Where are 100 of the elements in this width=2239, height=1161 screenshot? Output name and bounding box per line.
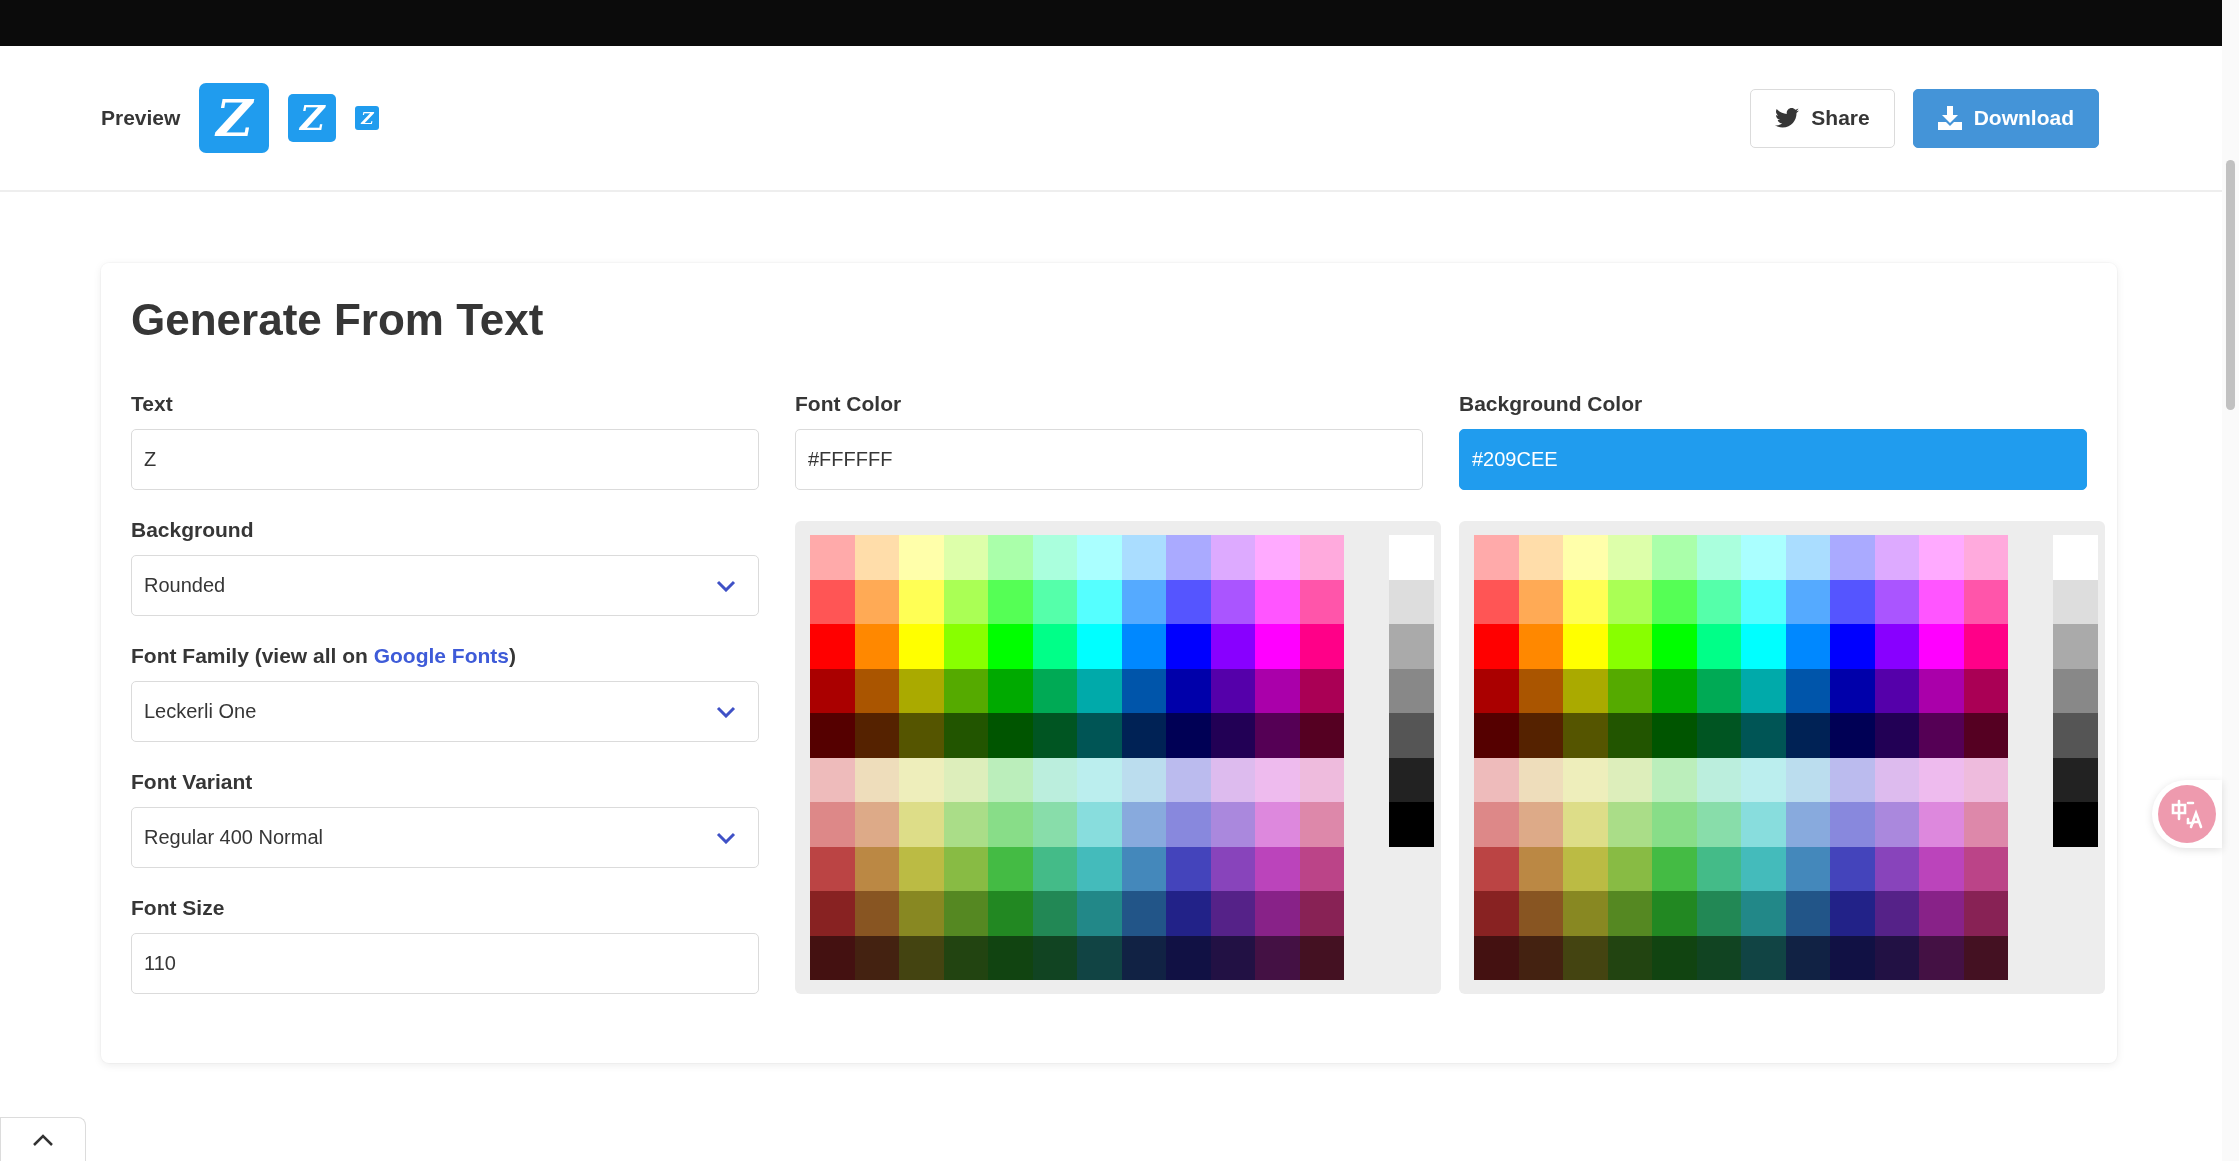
color-swatch[interactable] [943, 846, 988, 891]
color-swatch[interactable] [1785, 624, 1830, 669]
color-swatch[interactable] [1652, 579, 1697, 624]
color-swatch[interactable] [988, 579, 1033, 624]
color-swatch[interactable] [1607, 757, 1652, 802]
color-swatch[interactable] [1919, 846, 1964, 891]
input-field[interactable]: Z [131, 429, 759, 490]
shade-swatch[interactable] [1389, 713, 1434, 758]
color-swatch[interactable] [1255, 535, 1300, 580]
shade-swatch[interactable] [2053, 535, 2098, 580]
color-swatch[interactable] [1785, 802, 1830, 847]
color-swatch[interactable] [1518, 535, 1563, 580]
color-swatch[interactable] [1166, 846, 1211, 891]
color-swatch[interactable] [899, 891, 944, 936]
color-swatch[interactable] [988, 535, 1033, 580]
color-swatch[interactable] [1210, 802, 1255, 847]
color-swatch[interactable] [1607, 935, 1652, 980]
color-swatch[interactable] [1963, 668, 2008, 713]
shade-swatch[interactable] [1389, 757, 1434, 802]
color-swatch[interactable] [1741, 668, 1786, 713]
color-swatch[interactable] [1166, 579, 1211, 624]
color-swatch[interactable] [1518, 935, 1563, 980]
color-swatch[interactable] [1474, 713, 1519, 758]
color-swatch[interactable] [1077, 935, 1122, 980]
color-swatch[interactable] [1563, 757, 1608, 802]
color-swatch[interactable] [854, 802, 899, 847]
color-swatch[interactable] [1299, 935, 1344, 980]
color-swatch[interactable] [1919, 891, 1964, 936]
color-swatch[interactable] [943, 624, 988, 669]
color-swatch[interactable] [854, 713, 899, 758]
color-swatch[interactable] [1696, 624, 1741, 669]
color-swatch[interactable] [1121, 713, 1166, 758]
color-swatch[interactable] [988, 757, 1033, 802]
color-swatch[interactable] [1963, 802, 2008, 847]
color-swatch[interactable] [854, 624, 899, 669]
color-swatch[interactable] [1830, 624, 1875, 669]
color-swatch[interactable] [854, 579, 899, 624]
color-swatch[interactable] [1785, 535, 1830, 580]
color-swatch[interactable] [854, 891, 899, 936]
color-swatch[interactable] [1474, 757, 1519, 802]
color-swatch[interactable] [1696, 579, 1741, 624]
color-swatch[interactable] [1919, 624, 1964, 669]
color-swatch[interactable] [1785, 891, 1830, 936]
color-swatch[interactable] [1874, 668, 1919, 713]
color-swatch[interactable] [1607, 713, 1652, 758]
color-swatch[interactable] [1210, 935, 1255, 980]
color-swatch[interactable] [988, 846, 1033, 891]
color-swatch[interactable] [1255, 846, 1300, 891]
color-swatch[interactable] [810, 757, 855, 802]
color-swatch[interactable] [1077, 579, 1122, 624]
color-swatch[interactable] [810, 802, 855, 847]
color-swatch[interactable] [1474, 935, 1519, 980]
color-swatch[interactable] [1563, 579, 1608, 624]
color-swatch[interactable] [1963, 846, 2008, 891]
color-swatch[interactable] [988, 624, 1033, 669]
scrollbar-thumb[interactable] [2226, 160, 2235, 410]
color-swatch[interactable] [1652, 668, 1697, 713]
color-swatch[interactable] [943, 802, 988, 847]
color-swatch[interactable] [1919, 579, 1964, 624]
color-swatch[interactable] [1121, 802, 1166, 847]
color-swatch[interactable] [1166, 535, 1211, 580]
color-swatch[interactable] [854, 935, 899, 980]
color-swatch[interactable] [1518, 713, 1563, 758]
color-swatch[interactable] [1563, 935, 1608, 980]
color-swatch[interactable] [899, 668, 944, 713]
color-swatch[interactable] [1919, 668, 1964, 713]
color-swatch[interactable] [1696, 846, 1741, 891]
color-swatch[interactable] [1210, 757, 1255, 802]
color-swatch[interactable] [1518, 579, 1563, 624]
shade-swatch[interactable] [1389, 535, 1434, 580]
color-swatch[interactable] [1607, 802, 1652, 847]
color-swatch[interactable] [1166, 757, 1211, 802]
shade-swatch[interactable] [2053, 802, 2098, 847]
input-field[interactable]: 110 [131, 933, 759, 994]
color-swatch[interactable] [1741, 891, 1786, 936]
color-swatch[interactable] [854, 846, 899, 891]
color-swatch[interactable] [899, 535, 944, 580]
color-swatch[interactable] [1874, 535, 1919, 580]
color-swatch[interactable] [1518, 757, 1563, 802]
color-swatch[interactable] [1121, 846, 1166, 891]
color-swatch[interactable] [1696, 935, 1741, 980]
color-swatch[interactable] [1518, 624, 1563, 669]
color-swatch[interactable] [943, 891, 988, 936]
color-swatch[interactable] [1166, 713, 1211, 758]
color-swatch[interactable] [854, 757, 899, 802]
color-swatch[interactable] [1474, 668, 1519, 713]
color-swatch[interactable] [1741, 757, 1786, 802]
color-swatch[interactable] [1518, 846, 1563, 891]
color-swatch[interactable] [1696, 891, 1741, 936]
color-swatch[interactable] [1210, 668, 1255, 713]
shade-swatch[interactable] [1389, 579, 1434, 624]
color-swatch[interactable] [1607, 535, 1652, 580]
shade-swatch[interactable] [1389, 624, 1434, 669]
color-swatch[interactable] [1696, 668, 1741, 713]
color-swatch[interactable] [810, 935, 855, 980]
color-swatch[interactable] [1563, 846, 1608, 891]
color-swatch[interactable] [810, 846, 855, 891]
color-swatch[interactable] [1652, 713, 1697, 758]
color-swatch[interactable] [1963, 935, 2008, 980]
color-swatch[interactable] [1563, 624, 1608, 669]
